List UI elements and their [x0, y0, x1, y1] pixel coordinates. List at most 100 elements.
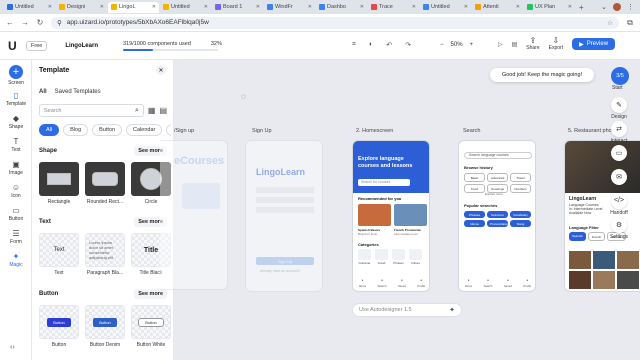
- search-chip[interactable]: Slang: [510, 220, 531, 227]
- browser-tab[interactable]: Untitled ✕: [420, 2, 471, 13]
- signup-submit-button[interactable]: Sign Up: [256, 257, 314, 265]
- search-chip[interactable]: Phrases: [464, 211, 485, 218]
- tile-button-white[interactable]: Button Button White: [131, 305, 171, 348]
- autodesigner-input-bar[interactable]: Use Autodesigner 1.5 ✦: [352, 303, 462, 317]
- browser-tab[interactable]: Untitled ✕: [4, 2, 55, 13]
- share-button[interactable]: ⇪ Share: [526, 37, 539, 51]
- bottom-nav-item[interactable]: • Saved: [504, 279, 512, 289]
- search-chip[interactable]: Idioms: [464, 220, 485, 227]
- url-field[interactable]: ⚲ app.uizard.io/prototypes/5bXbAXo6EAFlb…: [51, 16, 619, 29]
- browser-tab[interactable]: Attenti ✕: [472, 2, 523, 13]
- category-chip[interactable]: Calendar: [126, 124, 163, 136]
- course-card-image[interactable]: [394, 204, 427, 226]
- tab-close-icon[interactable]: ✕: [308, 4, 312, 10]
- palette-icon[interactable]: ◐: [369, 41, 373, 49]
- profile-avatar[interactable]: [613, 3, 621, 11]
- search-screen-input[interactable]: Search language courses: [464, 152, 532, 159]
- photo-tile[interactable]: [569, 251, 591, 269]
- search-chip[interactable]: Advanced: [487, 173, 508, 182]
- template-search-input[interactable]: Search ⌕: [39, 104, 144, 117]
- photo-tile[interactable]: [593, 271, 615, 289]
- signup-field[interactable]: [256, 197, 314, 203]
- home-search-input[interactable]: Search for courses: [358, 179, 410, 186]
- zoom-in-button[interactable]: +: [470, 42, 474, 48]
- browser-tab[interactable]: WindFr ✕: [264, 2, 315, 13]
- rail-item-text[interactable]: T Text: [0, 133, 32, 156]
- layout-icon[interactable]: ▤: [512, 41, 518, 48]
- play-icon[interactable]: ▷: [498, 41, 503, 48]
- site-info-icon[interactable]: ⚲: [57, 19, 62, 27]
- tab-close-icon[interactable]: ✕: [100, 4, 104, 10]
- signup-field[interactable]: [256, 207, 314, 213]
- search-chip[interactable]: Vocabulary: [510, 211, 531, 218]
- tab-close-icon[interactable]: ✕: [360, 4, 364, 10]
- explore-more-link[interactable]: Explore more: [485, 192, 503, 196]
- category-item[interactable]: Phrases: [392, 249, 405, 265]
- screen-frame-search[interactable]: Search language courses Browse history B…: [458, 140, 536, 292]
- browser-tab[interactable]: Designi ✕: [56, 2, 107, 13]
- new-tab-icon[interactable]: +: [579, 3, 584, 12]
- forward-arrow-icon[interactable]: →: [21, 18, 29, 27]
- right-tool-handoff[interactable]: </> Handoff: [603, 192, 635, 216]
- photo-tile[interactable]: [617, 271, 639, 289]
- uizard-logo[interactable]: U: [8, 39, 20, 53]
- tab-close-icon[interactable]: ✕: [204, 4, 208, 10]
- rail-item-image[interactable]: ▣ Image: [0, 156, 32, 179]
- bottom-nav-item[interactable]: • Profile: [417, 279, 425, 289]
- browser-tab[interactable]: UX Plan ✕: [524, 2, 575, 13]
- zoom-level[interactable]: 50%: [451, 42, 463, 48]
- grid-view-icon[interactable]: ▦: [148, 106, 156, 115]
- bottom-nav-item[interactable]: • Saved: [398, 279, 406, 289]
- undo-icon[interactable]: ↶: [386, 41, 392, 49]
- chevron-down-icon[interactable]: ⌄: [601, 3, 607, 11]
- tab-close-icon[interactable]: ✕: [412, 4, 416, 10]
- more-vertical-icon[interactable]: ⋮: [627, 3, 634, 11]
- category-chip[interactable]: Button: [92, 124, 123, 136]
- search-chip[interactable]: Basic: [464, 173, 485, 182]
- list-view-icon[interactable]: ▤: [159, 106, 167, 115]
- right-tool-design[interactable]: ✎ Design: [603, 96, 635, 120]
- redo-icon[interactable]: ↷: [405, 41, 411, 49]
- tab-close-icon[interactable]: ✕: [568, 4, 572, 10]
- onboarding-step-indicator[interactable]: 3/5: [611, 67, 629, 85]
- browser-tab[interactable]: Trace ✕: [368, 2, 419, 13]
- pages-toggle-icon[interactable]: ‹›: [10, 344, 15, 351]
- screen-frame-homescreen[interactable]: Explore language courses and lessons Sea…: [352, 140, 430, 292]
- tab-close-icon[interactable]: ✕: [256, 4, 260, 10]
- bottom-nav-item[interactable]: • Home: [359, 279, 366, 289]
- tile-rounded-rectangle[interactable]: Rounded Rect...: [85, 162, 125, 205]
- export-button[interactable]: ⇩ Export: [549, 37, 563, 51]
- tile-button[interactable]: Button Button: [39, 305, 79, 348]
- frame-tool-icon[interactable]: ⌗: [352, 41, 356, 49]
- tab-close-icon[interactable]: ✕: [464, 4, 468, 10]
- signup-login-link[interactable]: Already have an account?: [260, 269, 300, 273]
- rail-item-icon[interactable]: ☺ Icon: [0, 179, 32, 202]
- category-chip[interactable]: Ca: [166, 124, 171, 136]
- tab-close-icon[interactable]: ✕: [152, 4, 156, 10]
- search-chip[interactable]: Grammar: [487, 211, 508, 218]
- rail-item-button[interactable]: ▭ Button: [0, 202, 32, 225]
- reload-icon[interactable]: ↻: [36, 18, 44, 27]
- search-chip[interactable]: Numbers: [510, 184, 531, 193]
- rail-item-template[interactable]: ▯ Template: [0, 87, 32, 110]
- category-item[interactable]: Culture: [409, 249, 422, 265]
- preview-button[interactable]: ▶ Preview: [572, 38, 616, 50]
- category-item[interactable]: Vocab: [375, 249, 388, 265]
- right-tool-settings[interactable]: ⚙ Settings: [603, 216, 635, 240]
- tab-close-icon[interactable]: ✕: [516, 4, 520, 10]
- photo-tile[interactable]: [593, 251, 615, 269]
- rail-item-screen[interactable]: + Screen: [0, 64, 32, 87]
- back-arrow-icon[interactable]: ←: [6, 18, 14, 27]
- button-see-more-button[interactable]: See more: [134, 289, 167, 299]
- close-icon[interactable]: ✕: [156, 65, 166, 75]
- search-chip[interactable]: Pronunciation: [487, 220, 508, 227]
- right-tool-comments[interactable]: ✉ Comments: [603, 168, 635, 192]
- extensions-icon[interactable]: ⧉: [626, 18, 634, 28]
- filter-chip[interactable]: Spanish: [569, 232, 586, 241]
- search-chip[interactable]: Food: [464, 184, 485, 193]
- browser-tab[interactable]: Board 1 ✕: [212, 2, 263, 13]
- browser-tab[interactable]: Dashbo ✕: [316, 2, 367, 13]
- tile-button-denim[interactable]: Button Button Denim: [85, 305, 125, 348]
- category-chip[interactable]: Blog: [63, 124, 89, 136]
- right-tool-interact[interactable]: ⇄ Interact: [603, 120, 635, 144]
